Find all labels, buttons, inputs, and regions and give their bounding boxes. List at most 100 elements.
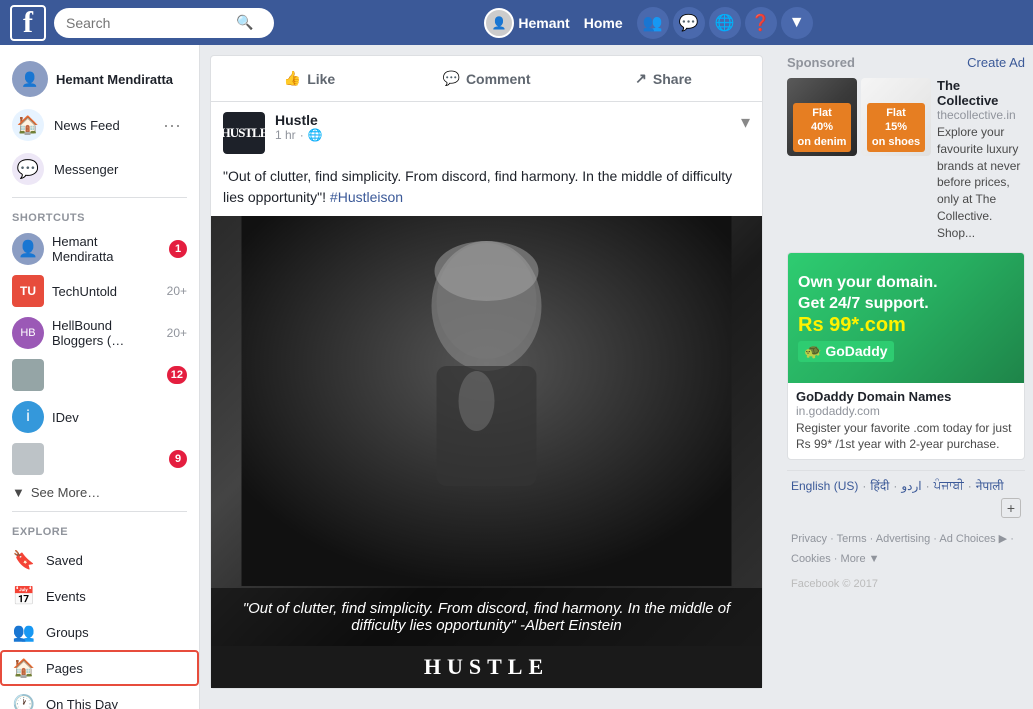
ad-card-godaddy[interactable]: Own your domain.Get 24/7 support. Rs 99*… — [787, 252, 1025, 461]
post-hashtag[interactable]: #Hustleison — [330, 189, 403, 205]
quote-text: "Out of clutter, find simplicity. From d… — [243, 600, 730, 634]
einstein-image: "Out of clutter, find simplicity. From d… — [211, 216, 762, 646]
share-button[interactable]: ↗ Share — [577, 64, 750, 93]
godaddy-domain: in.godaddy.com — [796, 404, 1016, 418]
footer-terms[interactable]: Terms — [837, 533, 867, 545]
post-public-icon: 🌐 — [308, 128, 323, 142]
main-feed: 👍 Like 💬 Comment ↗ Share HUSTLE Hu — [200, 45, 773, 709]
see-more-shortcuts-label: See More… — [31, 485, 100, 500]
messenger-icon[interactable]: 💬 — [673, 7, 705, 39]
events-label: Events — [46, 589, 86, 604]
footer-cookies[interactable]: Cookies — [791, 553, 831, 565]
post-image[interactable]: "Out of clutter, find simplicity. From d… — [211, 216, 762, 688]
sidebar-divider-1 — [12, 197, 187, 198]
shortcut-icon-6 — [12, 443, 44, 475]
ad-collective-domain: thecollective.in — [937, 108, 1025, 122]
friends-icon[interactable]: 👥 — [637, 7, 669, 39]
sponsored-header: Sponsored Create Ad — [787, 55, 1025, 70]
help-icon[interactable]: ❓ — [745, 7, 777, 39]
comment-icon: 💬 — [443, 70, 460, 87]
shortcuts-title: SHORTCUTS — [0, 204, 199, 228]
sidebar-item-newsfeed[interactable]: 🏠 News Feed ··· — [0, 103, 199, 147]
ad-card-collective[interactable]: Flat40%on denim Flat15%on shoes The Coll… — [787, 78, 1025, 242]
comment-button[interactable]: 💬 Comment — [400, 64, 573, 93]
left-sidebar: 👤 Hemant Mendiratta 🏠 News Feed ··· 💬 Me… — [0, 45, 200, 709]
footer-more[interactable]: More — [841, 553, 866, 565]
sidebar-item-events[interactable]: 📅 Events — [0, 578, 199, 614]
lang-hindi[interactable]: हिंदी — [870, 477, 889, 494]
right-sidebar: Sponsored Create Ad Flat40%on denim Flat… — [779, 45, 1033, 667]
shortcut-icon-idev: i — [12, 401, 44, 433]
post-actions-bar: 👍 Like 💬 Comment ↗ Share — [211, 56, 762, 102]
like-button[interactable]: 👍 Like — [223, 64, 396, 93]
lang-punjabi[interactable]: ਪੰਜਾਬੀ — [934, 478, 964, 493]
see-more-shortcuts[interactable]: ▼ See More… — [0, 480, 199, 505]
ad-collective-desc: Explore your favourite luxury brands at … — [937, 124, 1025, 242]
einstein-quote: "Out of clutter, find simplicity. From d… — [211, 588, 762, 646]
chevron-down-icon: ▼ — [12, 485, 25, 500]
home-button[interactable]: Home — [574, 10, 633, 36]
post-time: 1 hr — [275, 128, 296, 142]
lang-separator-2: · — [893, 479, 897, 493]
post-header-info: Hustle 1 hr · 🌐 — [275, 112, 731, 142]
post-page-name[interactable]: Hustle — [275, 112, 731, 128]
lang-separator-1: · — [862, 479, 866, 493]
shortcut-idev[interactable]: i IDev — [0, 396, 199, 438]
add-language-button[interactable]: + — [1001, 498, 1021, 518]
shortcut-icon-4 — [12, 359, 44, 391]
newsfeed-options[interactable]: ··· — [157, 113, 187, 138]
godaddy-brand: GoDaddy Domain Names — [796, 389, 1016, 404]
topnav-username: Hemant — [518, 15, 569, 31]
dropdown-icon[interactable]: ▼ — [781, 7, 813, 39]
shortcut-item6[interactable]: 9 — [0, 438, 199, 480]
footer-privacy[interactable]: Privacy — [791, 533, 827, 545]
post-meta: 1 hr · 🌐 — [275, 128, 731, 142]
godaddy-headline: Own your domain.Get 24/7 support. — [798, 273, 1014, 315]
footer-advertising[interactable]: Advertising — [876, 533, 930, 545]
godaddy-desc: Register your favorite .com today for ju… — [796, 420, 1016, 454]
shortcut-techuntold[interactable]: TU TechUntold 20+ — [0, 270, 199, 312]
like-icon: 👍 — [284, 70, 301, 87]
sidebar-user-profile[interactable]: 👤 Hemant Mendiratta — [0, 55, 199, 103]
sidebar-item-saved[interactable]: 🔖 Saved — [0, 542, 199, 578]
search-bar[interactable]: 🔍 — [54, 8, 274, 38]
ad-denim-image: Flat40%on denim — [787, 78, 857, 156]
topnav-user-avatar[interactable]: 👤 — [484, 8, 514, 38]
search-input[interactable] — [66, 15, 236, 31]
sponsored-title: Sponsored — [787, 55, 855, 70]
lang-english[interactable]: English (US) — [791, 479, 858, 493]
explore-title: EXPLORE — [0, 518, 199, 542]
lang-separator-3: · — [926, 479, 930, 493]
newsfeed-icon: 🏠 — [12, 109, 44, 141]
shortcut-label-hemant: Hemant Mendiratta — [52, 234, 161, 264]
shortcut-item4[interactable]: 12 — [0, 354, 199, 396]
lang-nepali[interactable]: नेपाली — [976, 477, 1004, 494]
groups-label: Groups — [46, 625, 89, 640]
shortcut-icon-techuntold: TU — [12, 275, 44, 307]
search-icon: 🔍 — [236, 14, 253, 31]
godaddy-price: Rs 99*.com — [798, 314, 1014, 337]
globe-icon[interactable]: 🌐 — [709, 7, 741, 39]
shortcut-hellbound[interactable]: HB HellBound Bloggers (… 20+ — [0, 312, 199, 354]
footer-ad-choices[interactable]: Ad Choices ▶ — [939, 533, 1007, 545]
post-page-avatar[interactable]: HUSTLE — [223, 112, 265, 154]
ad-shoes-image: Flat15%on shoes — [861, 78, 931, 156]
sidebar-divider-2 — [12, 511, 187, 512]
shortcut-hemant[interactable]: 👤 Hemant Mendiratta 1 — [0, 228, 199, 270]
godaddy-info: GoDaddy Domain Names in.godaddy.com Regi… — [788, 383, 1024, 460]
messenger-icon-sidebar: 💬 — [12, 153, 44, 185]
saved-icon: 🔖 — [12, 548, 36, 572]
sidebar-item-groups[interactable]: 👥 Groups — [0, 614, 199, 650]
sidebar-username: Hemant Mendiratta — [56, 72, 173, 87]
post-menu-button[interactable]: ▾ — [741, 112, 750, 133]
shortcut-badge-6: 9 — [169, 450, 187, 468]
ad-denim-badge: Flat40%on denim — [793, 103, 852, 152]
share-label: Share — [653, 71, 692, 87]
groups-icon: 👥 — [12, 620, 36, 644]
sidebar-item-messenger[interactable]: 💬 Messenger — [0, 147, 199, 191]
create-ad-link[interactable]: Create Ad — [967, 55, 1025, 70]
lang-urdu[interactable]: اردو — [901, 479, 921, 493]
messenger-label: Messenger — [54, 162, 187, 177]
facebook-logo[interactable]: f — [10, 5, 46, 41]
godaddy-content: Own your domain.Get 24/7 support. Rs 99*… — [788, 263, 1024, 373]
